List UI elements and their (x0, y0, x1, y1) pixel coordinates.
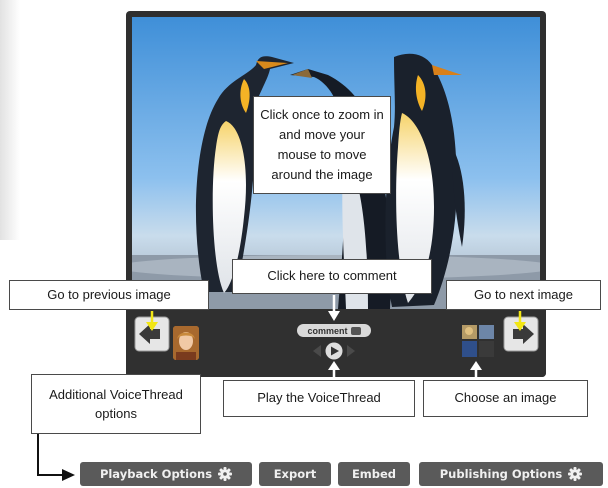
export-label: Export (273, 467, 317, 481)
play-control[interactable] (309, 341, 359, 361)
publishing-options-label: Publishing Options (439, 467, 563, 481)
publishing-options-button[interactable]: Publishing Options (419, 462, 603, 486)
callout-play-text: Play the VoiceThread (257, 390, 381, 406)
arrow-right-icon[interactable] (503, 316, 539, 352)
callout-play: Play the VoiceThread (223, 380, 415, 417)
callout-zoom: Click once to zoom in and move your mous… (253, 96, 391, 194)
background-panel-edge (0, 0, 20, 240)
callout-comment-text: Click here to comment (267, 268, 397, 284)
options-pointer-arrow (37, 434, 75, 481)
callout-choose-text: Choose an image (454, 390, 557, 406)
avatar[interactable] (173, 326, 199, 360)
callout-comment: Click here to comment (232, 259, 432, 294)
playback-options-label: Playback Options (99, 467, 213, 481)
arrow-left-icon[interactable] (134, 316, 170, 352)
gear-icon (218, 467, 233, 481)
image-thumbnails[interactable] (461, 323, 495, 359)
callout-zoom-text: Click once to zoom in and move your mous… (260, 106, 384, 183)
callout-options: Additional VoiceThread options (31, 374, 201, 434)
embed-label: Embed (351, 467, 397, 481)
comment-button[interactable]: comment (297, 324, 371, 337)
callout-choose: Choose an image (423, 380, 588, 417)
gear-icon (568, 467, 583, 481)
callout-previous-text: Go to previous image (47, 286, 171, 302)
callout-next: Go to next image (446, 280, 601, 310)
callout-options-text: Additional VoiceThread options (49, 387, 183, 421)
callout-previous: Go to previous image (9, 280, 209, 310)
callout-next-text: Go to next image (474, 286, 573, 302)
export-button[interactable]: Export (259, 462, 331, 486)
comment-label: comment (307, 325, 348, 336)
speech-bubble-icon (350, 326, 361, 335)
embed-button[interactable]: Embed (338, 462, 410, 486)
playback-options-button[interactable]: Playback Options (80, 462, 252, 486)
